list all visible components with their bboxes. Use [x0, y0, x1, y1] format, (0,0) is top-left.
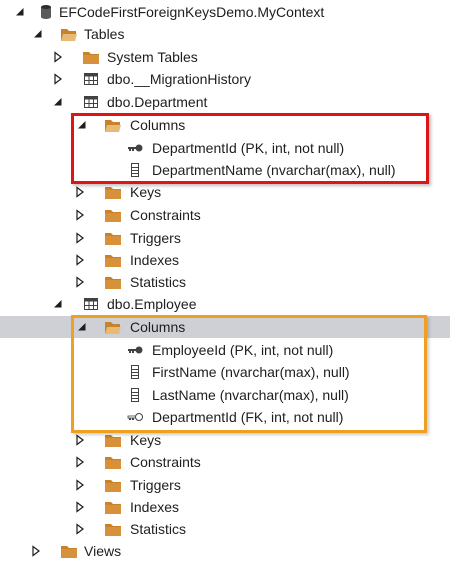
folder-icon [104, 521, 122, 537]
column-icon [126, 364, 144, 380]
collapsed-arrow-icon[interactable] [31, 545, 41, 557]
expanded-arrow-icon[interactable] [15, 6, 25, 18]
collapsed-arrow-icon[interactable] [53, 51, 63, 63]
expanded-arrow-icon[interactable] [77, 321, 87, 333]
views-label: Views [84, 543, 122, 559]
department-label: dbo.Department [107, 94, 208, 110]
column-icon [126, 387, 144, 403]
folder-icon [104, 477, 122, 493]
tree-node-employee-statistics[interactable]: Statistics [0, 518, 450, 540]
tree-node-employee-triggers[interactable]: Triggers [0, 474, 450, 496]
tree-node-department-keys[interactable]: Keys [0, 181, 450, 203]
collapsed-arrow-icon[interactable] [75, 186, 85, 198]
tree-node-column[interactable]: LastName (nvarchar(max), null) [0, 384, 450, 406]
indexes-label: Indexes [130, 499, 180, 515]
tree-node-column[interactable]: DepartmentId (PK, int, not null) [0, 137, 450, 159]
collapsed-arrow-icon[interactable] [53, 73, 63, 85]
collapsed-arrow-icon[interactable] [75, 209, 85, 221]
object-explorer-tree: EFCodeFirstForeignKeysDemo.MyContext Tab… [0, 0, 450, 560]
tree-node-database[interactable]: EFCodeFirstForeignKeysDemo.MyContext [0, 1, 450, 23]
constraints-label: Constraints [130, 207, 201, 223]
database-icon [37, 4, 55, 20]
statistics-label: Statistics [130, 521, 187, 537]
keys-label: Keys [130, 184, 162, 200]
tree-node-department[interactable]: dbo.Department [0, 91, 450, 113]
expanded-arrow-icon[interactable] [77, 119, 87, 131]
tables-label: Tables [84, 26, 125, 42]
columns-label: Columns [130, 319, 186, 335]
tree-node-employee-constraints[interactable]: Constraints [0, 451, 450, 473]
constraints-label: Constraints [130, 454, 201, 470]
collapsed-arrow-icon[interactable] [75, 254, 85, 266]
system-tables-label: System Tables [107, 49, 198, 65]
folder-icon [60, 543, 78, 559]
tree-node-column[interactable]: FirstName (nvarchar(max), null) [0, 361, 450, 383]
tree-node-department-columns[interactable]: Columns [0, 114, 450, 136]
primary-key-icon [126, 140, 144, 156]
folder-icon [104, 230, 122, 246]
folder-icon [104, 184, 122, 200]
indexes-label: Indexes [130, 252, 180, 268]
table-icon [82, 94, 100, 110]
tree-node-employee-columns[interactable]: Columns [0, 316, 450, 338]
column-label: DepartmentName (nvarchar(max), null) [152, 162, 396, 178]
collapsed-arrow-icon[interactable] [75, 276, 85, 288]
collapsed-arrow-icon[interactable] [75, 434, 85, 446]
employee-label: dbo.Employee [107, 296, 197, 312]
keys-label: Keys [130, 432, 162, 448]
foreign-key-icon [126, 409, 144, 425]
tree-node-employee-indexes[interactable]: Indexes [0, 496, 450, 518]
folder-open-icon [60, 26, 78, 42]
tree-node-column[interactable]: DepartmentName (nvarchar(max), null) [0, 159, 450, 181]
columns-label: Columns [130, 117, 186, 133]
triggers-label: Triggers [130, 230, 181, 246]
column-label: EmployeeId (PK, int, not null) [152, 342, 334, 358]
folder-open-icon [104, 117, 122, 133]
table-icon [82, 71, 100, 87]
tree-node-column[interactable]: EmployeeId (PK, int, not null) [0, 339, 450, 361]
column-label: FirstName (nvarchar(max), null) [152, 364, 350, 380]
collapsed-arrow-icon[interactable] [75, 479, 85, 491]
collapsed-arrow-icon[interactable] [75, 232, 85, 244]
column-icon [126, 162, 144, 178]
tree-node-employee[interactable]: dbo.Employee [0, 293, 450, 315]
tree-node-department-statistics[interactable]: Statistics [0, 271, 450, 293]
collapsed-arrow-icon[interactable] [75, 523, 85, 535]
folder-icon [104, 499, 122, 515]
folder-icon [104, 454, 122, 470]
expanded-arrow-icon[interactable] [53, 298, 63, 310]
expanded-arrow-icon[interactable] [33, 28, 43, 40]
tree-node-system-tables[interactable]: System Tables [0, 46, 450, 68]
folder-icon [104, 207, 122, 223]
column-label: DepartmentId (PK, int, not null) [152, 140, 345, 156]
collapsed-arrow-icon[interactable] [75, 456, 85, 468]
column-label: LastName (nvarchar(max), null) [152, 387, 349, 403]
folder-icon [104, 432, 122, 448]
database-label: EFCodeFirstForeignKeysDemo.MyContext [59, 4, 325, 20]
expanded-arrow-icon[interactable] [53, 96, 63, 108]
triggers-label: Triggers [130, 477, 181, 493]
tree-node-tables[interactable]: Tables [0, 23, 450, 45]
table-icon [82, 296, 100, 312]
tree-node-migration-history[interactable]: dbo.__MigrationHistory [0, 68, 450, 90]
folder-icon [82, 49, 100, 65]
primary-key-icon [126, 342, 144, 358]
tree-node-column[interactable]: DepartmentId (FK, int, not null) [0, 406, 450, 428]
tree-node-department-indexes[interactable]: Indexes [0, 249, 450, 271]
tree-node-department-constraints[interactable]: Constraints [0, 204, 450, 226]
column-label: DepartmentId (FK, int, not null) [152, 409, 344, 425]
tree-node-employee-keys[interactable]: Keys [0, 429, 450, 451]
collapsed-arrow-icon[interactable] [75, 501, 85, 513]
tree-node-department-triggers[interactable]: Triggers [0, 227, 450, 249]
tree-node-views[interactable]: Views [0, 540, 450, 562]
statistics-label: Statistics [130, 274, 187, 290]
folder-icon [104, 252, 122, 268]
folder-icon [104, 274, 122, 290]
migration-history-label: dbo.__MigrationHistory [107, 71, 251, 87]
folder-open-icon [104, 319, 122, 335]
